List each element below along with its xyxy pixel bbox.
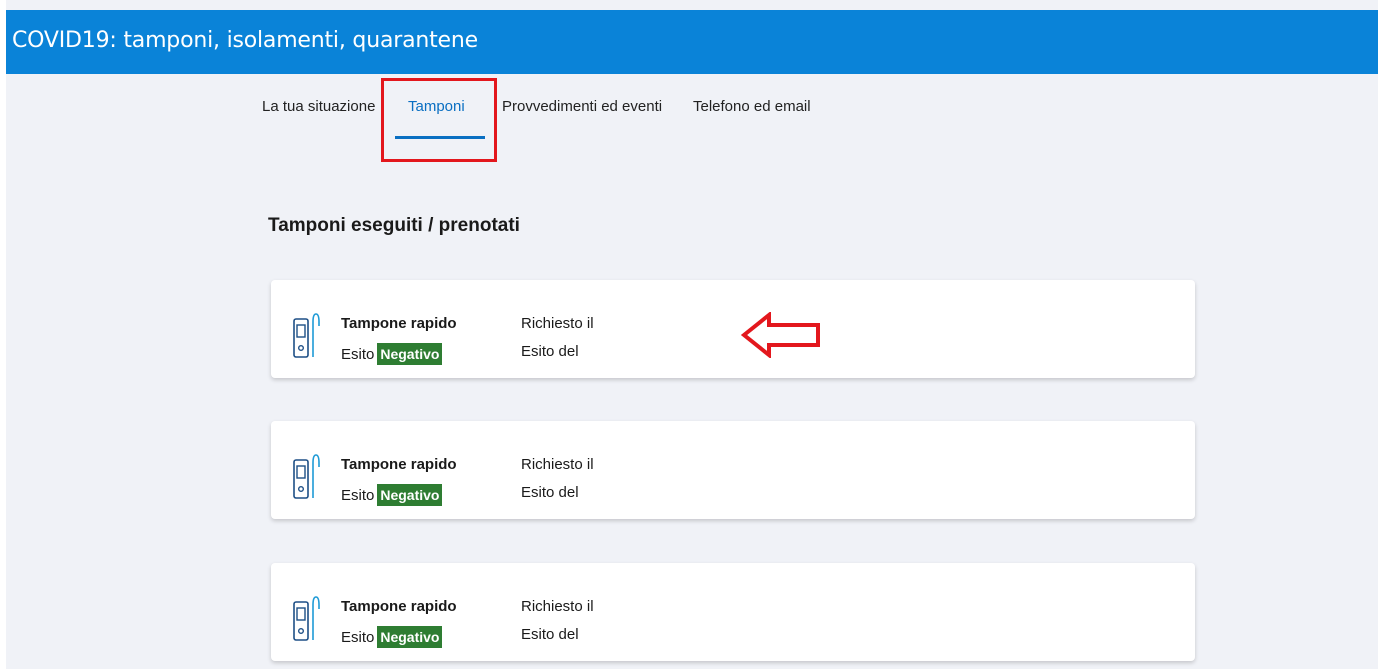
- result-badge-negative: Negativo: [377, 626, 443, 648]
- result-row: Esito Negativo: [341, 484, 443, 506]
- tab-la-tua-situazione[interactable]: La tua situazione: [262, 98, 375, 115]
- requested-date-label: Richiesto il: [521, 456, 594, 473]
- test-name: Tampone rapido: [341, 315, 457, 332]
- test-name: Tampone rapido: [341, 456, 457, 473]
- requested-date-label: Richiesto il: [521, 598, 594, 615]
- tab-provvedimenti-ed-eventi[interactable]: Provvedimenti ed eventi: [502, 98, 662, 115]
- result-badge-negative: Negativo: [377, 343, 443, 365]
- test-card[interactable]: Tampone rapido Esito Negativo Richiesto i…: [271, 563, 1195, 661]
- result-badge-negative: Negativo: [377, 484, 443, 506]
- result-label: Esito: [341, 487, 375, 504]
- section-title: Tamponi eseguiti / prenotati: [268, 215, 520, 236]
- rapid-test-kit-icon: [293, 596, 320, 641]
- left-edge: [0, 0, 6, 669]
- app-title: COVID19: tamponi, isolamenti, quarantene: [12, 28, 478, 53]
- result-label: Esito: [341, 629, 375, 646]
- rapid-test-kit-icon: [293, 454, 320, 499]
- annotation-highlight-box: [381, 78, 497, 162]
- rapid-test-kit-icon: [293, 313, 320, 358]
- result-row: Esito Negativo: [341, 343, 443, 365]
- requested-date-label: Richiesto il: [521, 315, 594, 332]
- app-header: COVID19: tamponi, isolamenti, quarantene: [6, 10, 1378, 74]
- left-arrow-outline-icon: [741, 312, 820, 358]
- test-name: Tampone rapido: [341, 598, 457, 615]
- result-date-label: Esito del: [521, 484, 579, 501]
- tab-telefono-ed-email[interactable]: Telefono ed email: [693, 98, 811, 115]
- result-date-label: Esito del: [521, 343, 579, 360]
- result-date-label: Esito del: [521, 626, 579, 643]
- test-card[interactable]: Tampone rapido Esito Negativo Richiesto i…: [271, 421, 1195, 519]
- test-card[interactable]: Tampone rapido Esito Negativo Richiesto i…: [271, 280, 1195, 378]
- result-row: Esito Negativo: [341, 626, 443, 648]
- result-label: Esito: [341, 346, 375, 363]
